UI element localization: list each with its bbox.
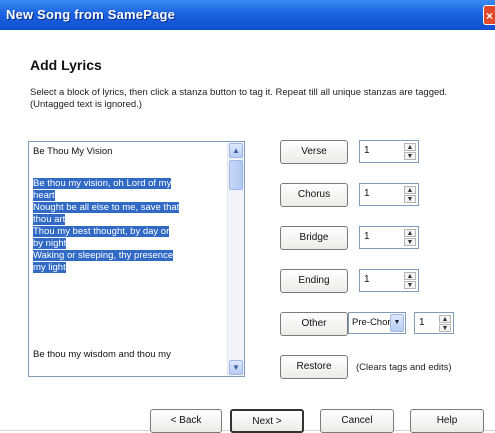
ending-count: 1 bbox=[364, 274, 370, 285]
page-heading: Add Lyrics bbox=[30, 57, 102, 73]
selected-lyric-line: Thou my best thought, by day or bbox=[33, 226, 170, 237]
spin-down-icon[interactable]: ▼ bbox=[404, 238, 416, 246]
selected-lyric-line: Waking or sleeping, thy presence bbox=[33, 250, 174, 261]
scroll-up-icon[interactable]: ▲ bbox=[229, 143, 243, 158]
verse-count: 1 bbox=[364, 145, 370, 156]
next-button[interactable]: Next > bbox=[230, 409, 304, 433]
spin-down-icon[interactable]: ▼ bbox=[404, 281, 416, 289]
bridge-count-spinner[interactable]: 1 ▲ ▼ bbox=[359, 226, 419, 249]
ending-button[interactable]: Ending bbox=[280, 269, 348, 293]
other-button[interactable]: Other bbox=[280, 312, 348, 336]
title-bar: New Song from SamePage × bbox=[0, 0, 495, 30]
back-button[interactable]: < Back bbox=[150, 409, 222, 433]
ending-count-spinner[interactable]: 1 ▲ ▼ bbox=[359, 269, 419, 292]
spin-up-icon[interactable]: ▲ bbox=[404, 143, 416, 151]
other-count: 1 bbox=[419, 317, 425, 328]
spin-down-icon[interactable]: ▼ bbox=[404, 152, 416, 160]
scroll-down-icon[interactable]: ▼ bbox=[229, 360, 243, 375]
cancel-button[interactable]: Cancel bbox=[320, 409, 394, 433]
help-button[interactable]: Help bbox=[410, 409, 484, 433]
lyrics-first-line: Be Thou My Vision bbox=[33, 146, 113, 157]
other-type-value: Pre-Chor bbox=[352, 317, 391, 328]
spin-up-icon[interactable]: ▲ bbox=[404, 272, 416, 280]
bridge-count: 1 bbox=[364, 231, 370, 242]
spin-down-icon[interactable]: ▼ bbox=[439, 324, 451, 332]
lyrics-textarea[interactable]: Be Thou My Vision Be thou my vision, oh … bbox=[28, 141, 245, 377]
instructions-text: Select a block of lyrics, then click a s… bbox=[30, 87, 448, 110]
chevron-down-icon[interactable]: ▼ bbox=[390, 314, 404, 332]
spin-up-icon[interactable]: ▲ bbox=[439, 315, 451, 323]
selected-lyric-line: Nought be all else to me, save that bbox=[33, 202, 180, 213]
selected-lyric-line: my light bbox=[33, 262, 66, 273]
selected-lyric-line: heart bbox=[33, 190, 55, 201]
spin-down-icon[interactable]: ▼ bbox=[404, 195, 416, 203]
window-title: New Song from SamePage bbox=[6, 7, 176, 22]
lyrics-scrollbar[interactable]: ▲ ▼ bbox=[227, 142, 244, 376]
restore-note: (Clears tags and edits) bbox=[356, 362, 452, 373]
selected-lyric-line: thou art bbox=[33, 214, 66, 225]
verse-button[interactable]: Verse bbox=[280, 140, 348, 164]
other-type-select[interactable]: Pre-Chor ▼ bbox=[348, 312, 406, 334]
close-icon: × bbox=[486, 9, 494, 23]
selected-lyric-line: Be thou my vision, oh Lord of my bbox=[33, 178, 172, 189]
selected-lyric-line: by night bbox=[33, 238, 67, 249]
chorus-count: 1 bbox=[364, 188, 370, 199]
lyrics-last-line: Be thou my wisdom and thou my bbox=[33, 349, 171, 360]
spin-up-icon[interactable]: ▲ bbox=[404, 186, 416, 194]
close-button[interactable]: × bbox=[483, 5, 495, 25]
bridge-button[interactable]: Bridge bbox=[280, 226, 348, 250]
verse-count-spinner[interactable]: 1 ▲ ▼ bbox=[359, 140, 419, 163]
spin-up-icon[interactable]: ▲ bbox=[404, 229, 416, 237]
chorus-button[interactable]: Chorus bbox=[280, 183, 348, 207]
other-count-spinner[interactable]: 1 ▲ ▼ bbox=[414, 312, 454, 334]
scroll-thumb[interactable] bbox=[229, 160, 243, 190]
restore-button[interactable]: Restore bbox=[280, 355, 348, 379]
selected-lyrics-block: Be thou my vision, oh Lord of my heart N… bbox=[33, 178, 229, 274]
chorus-count-spinner[interactable]: 1 ▲ ▼ bbox=[359, 183, 419, 206]
